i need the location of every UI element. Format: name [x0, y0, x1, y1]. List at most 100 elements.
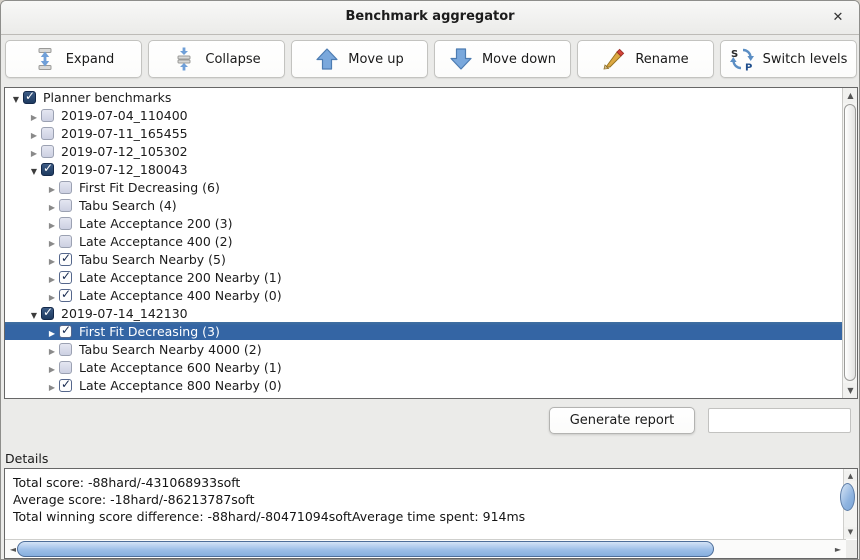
- expander-icon[interactable]: [45, 360, 59, 375]
- tree-row[interactable]: Late Acceptance 400 Nearby (0): [5, 286, 843, 304]
- tree-row[interactable]: 2019-07-14_142130: [5, 304, 843, 322]
- tree-row[interactable]: 2019-07-12_180043: [5, 160, 843, 178]
- expander-icon[interactable]: [27, 162, 41, 177]
- tree-row-label: 2019-07-12_180043: [61, 162, 188, 177]
- expander-icon[interactable]: [45, 180, 59, 195]
- expander-icon[interactable]: [45, 252, 59, 267]
- tree-row-label: 2019-07-14_142130: [61, 306, 188, 321]
- details-text: Total score: -88hard/-431068933softAvera…: [13, 474, 837, 525]
- expander-icon[interactable]: [45, 198, 59, 213]
- collapse-button[interactable]: Collapse: [148, 40, 285, 78]
- checkbox[interactable]: [41, 307, 54, 320]
- generate-report-button[interactable]: Generate report: [549, 407, 695, 434]
- tree-row-label: Tabu Search Nearby (5): [79, 252, 226, 267]
- scroll-right-icon[interactable]: ►: [832, 540, 844, 559]
- switch-levels-icon: S P: [730, 47, 754, 71]
- rename-button[interactable]: Rename: [577, 40, 714, 78]
- tree-row[interactable]: Late Acceptance 800 Nearby (0): [5, 376, 843, 394]
- switch-levels-button[interactable]: S P Switch levels: [720, 40, 857, 78]
- scroll-up-icon[interactable]: ▲: [843, 88, 858, 103]
- checkbox[interactable]: [59, 199, 72, 212]
- tree-row-label: Planner benchmarks: [43, 90, 171, 105]
- checkbox[interactable]: [23, 91, 36, 104]
- tree-row-label: 2019-07-12_105302: [61, 144, 188, 159]
- checkbox[interactable]: [59, 271, 72, 284]
- tree-row[interactable]: Tabu Search Nearby (5): [5, 250, 843, 268]
- expander-icon[interactable]: [45, 270, 59, 285]
- move-up-button[interactable]: Move up: [291, 40, 428, 78]
- close-icon[interactable]: ✕: [829, 9, 847, 27]
- expand-icon: [33, 47, 57, 71]
- tree-row[interactable]: Tabu Search (4): [5, 196, 843, 214]
- checkbox[interactable]: [59, 379, 72, 392]
- toolbar-button-label: Move down: [482, 52, 556, 67]
- details-horizontal-scrollbar[interactable]: ◄ ►: [5, 539, 846, 558]
- scroll-up-icon[interactable]: ▲: [844, 471, 857, 481]
- benchmark-tree-panel: Planner benchmarks 2019-07-04_110400 201…: [4, 87, 858, 399]
- checkbox[interactable]: [59, 289, 72, 302]
- scrollbar-thumb[interactable]: [17, 541, 714, 557]
- rename-pencil-icon: [602, 47, 626, 71]
- svg-text:P: P: [745, 63, 752, 72]
- expander-icon[interactable]: [45, 234, 59, 249]
- scrollbar-thumb[interactable]: [840, 483, 855, 511]
- checkbox[interactable]: [59, 361, 72, 374]
- tree-row[interactable]: Late Acceptance 400 (2): [5, 232, 843, 250]
- tree-row[interactable]: 2019-07-11_165455: [5, 124, 843, 142]
- checkbox[interactable]: [59, 325, 72, 338]
- tree-row[interactable]: Planner benchmarks: [5, 88, 843, 106]
- tree-row[interactable]: First Fit Decreasing (6): [5, 178, 843, 196]
- checkbox[interactable]: [41, 127, 54, 140]
- checkbox[interactable]: [41, 145, 54, 158]
- tree-row[interactable]: Late Acceptance 600 Nearby (1): [5, 358, 843, 376]
- toolbar-button-label: Collapse: [205, 52, 260, 67]
- details-label: Details: [5, 451, 48, 466]
- tree-row[interactable]: Tabu Search Nearby 4000 (2): [5, 340, 843, 358]
- expander-icon[interactable]: [27, 306, 41, 321]
- scrollbar-thumb[interactable]: [844, 104, 856, 381]
- toolbar-button-label: Expand: [66, 52, 115, 67]
- tree-row-label: Tabu Search (4): [79, 198, 177, 213]
- details-vertical-scrollbar[interactable]: ▲ ▼: [843, 469, 857, 539]
- tree-row[interactable]: 2019-07-12_105302: [5, 142, 843, 160]
- checkbox[interactable]: [59, 235, 72, 248]
- tree-row[interactable]: Late Acceptance 200 (3): [5, 214, 843, 232]
- expander-icon[interactable]: [45, 216, 59, 231]
- tree-vertical-scrollbar[interactable]: ▲ ▼: [842, 88, 857, 398]
- checkbox[interactable]: [41, 163, 54, 176]
- expander-icon[interactable]: [45, 342, 59, 357]
- benchmark-tree: Planner benchmarks 2019-07-04_110400 201…: [5, 88, 843, 394]
- tree-row-label: Late Acceptance 600 Nearby (1): [79, 360, 282, 375]
- expand-button[interactable]: Expand: [5, 40, 142, 78]
- titlebar[interactable]: Benchmark aggregator ✕: [1, 1, 859, 35]
- expander-icon[interactable]: [27, 144, 41, 159]
- tree-row-label: First Fit Decreasing (6): [79, 180, 220, 195]
- toolbar-button-label: Rename: [635, 52, 688, 67]
- expander-icon[interactable]: [9, 90, 23, 105]
- window-title: Benchmark aggregator: [1, 9, 859, 24]
- move-up-arrow-icon: [315, 47, 339, 71]
- tree-row[interactable]: 2019-07-04_110400: [5, 106, 843, 124]
- move-down-button[interactable]: Move down: [434, 40, 571, 78]
- progress-bar: [708, 408, 851, 433]
- checkbox[interactable]: [59, 181, 72, 194]
- expander-icon[interactable]: [27, 108, 41, 123]
- svg-text:S: S: [731, 49, 738, 60]
- tree-row-label: Late Acceptance 200 (3): [79, 216, 232, 231]
- checkbox[interactable]: [41, 109, 54, 122]
- toolbar-button-label: Move up: [348, 52, 404, 67]
- expander-icon[interactable]: [45, 324, 59, 339]
- expander-icon[interactable]: [45, 378, 59, 393]
- checkbox[interactable]: [59, 343, 72, 356]
- tree-row[interactable]: Late Acceptance 200 Nearby (1): [5, 268, 843, 286]
- scroll-down-icon[interactable]: ▼: [844, 527, 857, 537]
- checkbox[interactable]: [59, 217, 72, 230]
- tree-row[interactable]: First Fit Decreasing (3): [5, 322, 843, 340]
- tree-row-label: Late Acceptance 400 Nearby (0): [79, 288, 282, 303]
- scroll-down-icon[interactable]: ▼: [843, 383, 858, 398]
- expander-icon[interactable]: [45, 288, 59, 303]
- expander-icon[interactable]: [27, 126, 41, 141]
- details-line: Total score: -88hard/-431068933soft: [13, 474, 837, 491]
- checkbox[interactable]: [59, 253, 72, 266]
- collapse-icon: [172, 47, 196, 71]
